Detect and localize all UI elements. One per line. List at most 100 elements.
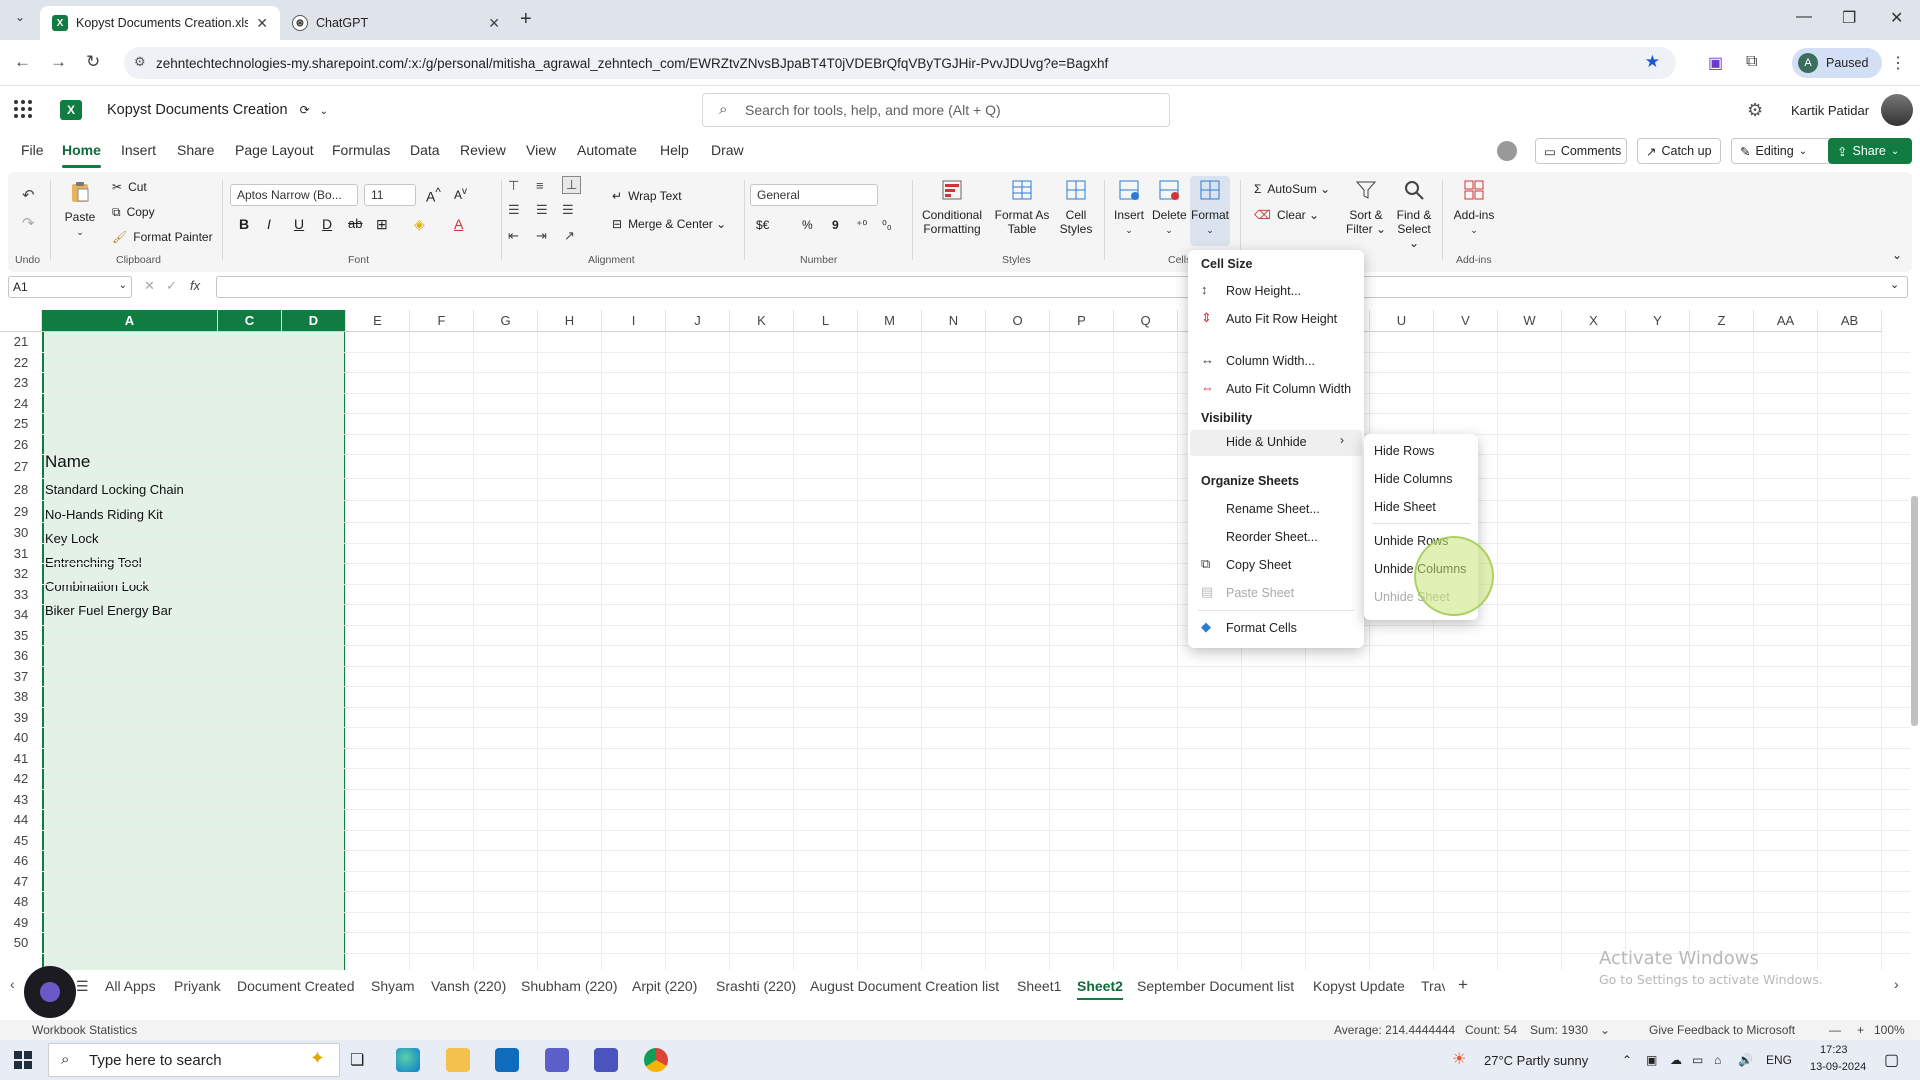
row-header-25[interactable]: 25	[0, 414, 42, 435]
autofit-row-height-item[interactable]: Auto Fit Row Height	[1226, 312, 1337, 326]
sheet-tab[interactable]: All Apps	[105, 978, 156, 994]
row-header-26[interactable]: 26	[0, 435, 42, 456]
align-right-icon[interactable]: ☰	[562, 202, 574, 218]
volume-icon[interactable]: 🔊	[1738, 1053, 1753, 1067]
sheet-list-icon[interactable]: ☰	[76, 978, 89, 995]
row-header-27[interactable]: 27	[0, 455, 42, 479]
row-height-item[interactable]: Row Height...	[1226, 284, 1301, 298]
column-header-ab[interactable]: AB	[1818, 310, 1882, 332]
sheet-tab[interactable]: Shubham (220)	[521, 978, 618, 994]
row-header-28[interactable]: 28	[0, 479, 42, 501]
cancel-formula-icon[interactable]: ✕	[144, 278, 155, 294]
column-header-e[interactable]: E	[346, 310, 410, 332]
row-header-38[interactable]: 38	[0, 687, 42, 708]
comma-button[interactable]: 9	[832, 218, 839, 232]
tab-data[interactable]: Data	[410, 142, 440, 158]
row-header-47[interactable]: 47	[0, 872, 42, 893]
copy-button[interactable]: ⧉ Copy	[112, 205, 155, 220]
share-button[interactable]: ⇪ Share ⌄	[1828, 138, 1912, 164]
column-header-y[interactable]: Y	[1626, 310, 1690, 332]
zoom-level[interactable]: 100%	[1874, 1023, 1905, 1037]
chevron-down-icon[interactable]: ⌄	[1600, 1023, 1610, 1037]
cell-a29[interactable]: No-Hands Riding Kit	[45, 507, 163, 522]
tray-app-icon[interactable]: ▣	[1646, 1053, 1657, 1067]
column-width-item[interactable]: Column Width...	[1226, 354, 1315, 368]
teams-icon[interactable]	[545, 1048, 569, 1072]
row-header-49[interactable]: 49	[0, 913, 42, 934]
paste-button[interactable]: Paste ⌄	[60, 180, 100, 238]
column-header-k[interactable]: K	[730, 310, 794, 332]
row-header-37[interactable]: 37	[0, 667, 42, 688]
catch-up-button[interactable]: ↗ Catch up	[1637, 138, 1721, 164]
sheet-tab[interactable]: Srashti (220)	[716, 978, 796, 994]
windows-start-icon[interactable]	[14, 1051, 32, 1069]
column-header-w[interactable]: W	[1498, 310, 1562, 332]
scroll-right-icon[interactable]: ›	[1894, 976, 1899, 992]
autosum-button[interactable]: Σ AutoSum ⌄	[1254, 182, 1330, 196]
column-header-d[interactable]: D	[282, 310, 346, 332]
fill-color-icon[interactable]: ◈	[414, 216, 425, 233]
zoom-out-icon[interactable]: —	[1829, 1023, 1841, 1037]
sheet-tab[interactable]: Document Created	[237, 978, 355, 994]
tab-share[interactable]: Share	[177, 142, 214, 158]
column-header-v[interactable]: V	[1434, 310, 1498, 332]
wrap-text-button[interactable]: ↵ Wrap Text	[612, 189, 682, 203]
row-header-23[interactable]: 23	[0, 373, 42, 394]
browser-tab-excel[interactable]: X Kopyst Documents Creation.xlsx ✕	[40, 6, 280, 40]
sheet-tab[interactable]: Sheet1	[1017, 978, 1061, 994]
reorder-sheet-item[interactable]: Reorder Sheet...	[1226, 530, 1318, 544]
row-header-36[interactable]: 36	[0, 646, 42, 667]
editing-mode-button[interactable]: ✎ Editing ⌄	[1731, 138, 1832, 164]
show-hidden-icons-icon[interactable]: ⌃	[1622, 1053, 1632, 1067]
user-avatar[interactable]	[1881, 94, 1913, 126]
underline-button[interactable]: U	[294, 216, 304, 232]
column-header-n[interactable]: N	[922, 310, 986, 332]
cell-a33[interactable]: Biker Fuel Energy Bar	[45, 603, 172, 618]
add-ins-button[interactable]: Add-ins ⌄	[1448, 178, 1500, 236]
name-box[interactable]: A1 ⌄	[8, 276, 132, 298]
battery-icon[interactable]: ▭	[1692, 1053, 1703, 1067]
tab-insert[interactable]: Insert	[121, 142, 156, 158]
column-header-p[interactable]: P	[1050, 310, 1114, 332]
column-header-i[interactable]: I	[602, 310, 666, 332]
column-header-l[interactable]: L	[794, 310, 858, 332]
row-header-22[interactable]: 22	[0, 353, 42, 374]
hide-rows-item[interactable]: Hide Rows	[1374, 444, 1434, 458]
strikethrough-button[interactable]: ab	[348, 216, 362, 231]
format-cells-button[interactable]: Format ⌄	[1190, 176, 1230, 246]
tab-search-dropdown-icon[interactable]: ⌄	[8, 10, 32, 30]
app-launcher-icon[interactable]	[14, 100, 32, 118]
zoom-in-icon[interactable]: +	[1857, 1023, 1864, 1037]
row-header-30[interactable]: 30	[0, 523, 42, 544]
rename-sheet-item[interactable]: Rename Sheet...	[1226, 502, 1320, 516]
forward-icon[interactable]: →	[50, 52, 67, 72]
cell-a30[interactable]: Key Lock	[45, 531, 98, 546]
task-view-icon[interactable]: ❏	[350, 1050, 364, 1070]
column-header-q[interactable]: Q	[1114, 310, 1178, 332]
sheet-tab[interactable]: Trav	[1421, 978, 1445, 994]
scroll-left-icon[interactable]: ‹	[10, 976, 15, 992]
currency-button[interactable]: $€	[756, 218, 769, 232]
feedback-link[interactable]: Give Feedback to Microsoft	[1649, 1023, 1795, 1037]
chrome-icon[interactable]	[644, 1048, 668, 1072]
row-header-24[interactable]: 24	[0, 394, 42, 415]
tab-review[interactable]: Review	[460, 142, 506, 158]
column-header-h[interactable]: H	[538, 310, 602, 332]
redo-icon[interactable]: ↷	[22, 214, 35, 232]
clock-date[interactable]: 13-09-2024	[1810, 1061, 1866, 1073]
format-as-table-button[interactable]: Format As Table	[992, 178, 1052, 236]
collapse-ribbon-icon[interactable]: ⌄	[1892, 248, 1902, 262]
sheet-tab-active[interactable]: Sheet2	[1077, 978, 1123, 1000]
sheet-tab[interactable]: Vansh (220)	[431, 978, 506, 994]
row-header-50[interactable]: 50	[0, 933, 42, 954]
cell-a27[interactable]: Name	[45, 452, 90, 472]
formula-input[interactable]	[216, 276, 1908, 298]
double-underline-button[interactable]: D	[322, 216, 332, 232]
undo-icon[interactable]: ↶	[22, 186, 35, 204]
notifications-icon[interactable]: ▢	[1884, 1050, 1899, 1070]
row-header-41[interactable]: 41	[0, 749, 42, 770]
row-header-35[interactable]: 35	[0, 626, 42, 647]
column-header-m[interactable]: M	[858, 310, 922, 332]
restore-icon[interactable]: ❐	[1842, 8, 1856, 28]
row-header-48[interactable]: 48	[0, 892, 42, 913]
